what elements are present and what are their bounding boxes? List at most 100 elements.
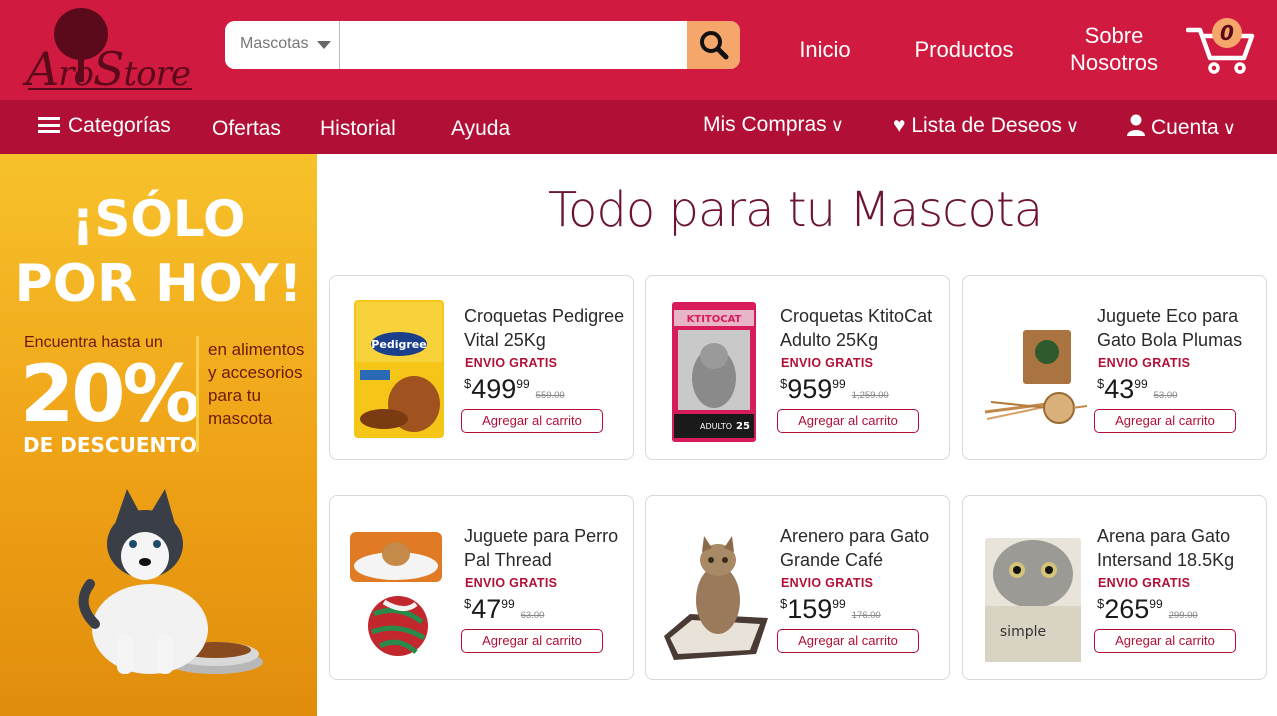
price-integer: 499	[471, 374, 517, 404]
product-image	[350, 532, 442, 656]
search-category-label: Mascotas	[240, 35, 309, 52]
product-name[interactable]: Arena para Gato Intersand 18.5Kg	[1097, 524, 1262, 572]
price-integer: 47	[471, 594, 502, 624]
promo-side-text: en alimentos y accesorios para tu mascot…	[208, 340, 305, 428]
price-integer: 265	[1104, 594, 1150, 624]
top-header: AroStore Mascotas Inicio Productos Sobre…	[0, 0, 1277, 100]
product-name[interactable]: Juguete para Perro Pal Thread	[464, 524, 629, 572]
promo-headline-2: POR HOY!	[14, 254, 303, 314]
old-price: 299.00	[1168, 610, 1198, 621]
svg-text:Pedigree: Pedigree	[371, 338, 426, 351]
product-name[interactable]: Arenero para Gato Grande Café	[780, 524, 945, 572]
cart-count-badge: 0	[1212, 18, 1242, 48]
promo-percent: 20%	[20, 350, 201, 440]
shipping-badge: ENVIO GRATIS	[1098, 576, 1191, 590]
price-integer: 959	[787, 374, 833, 404]
old-price: 53.00	[1153, 390, 1178, 401]
svg-text:simple: simple	[1000, 624, 1046, 640]
svg-text:KTITOCAT: KTITOCAT	[687, 314, 742, 325]
price-integer: 159	[787, 594, 833, 624]
product-card[interactable]: Pedigree Croquetas Pedigree Vital 25Kg E…	[329, 275, 634, 460]
product-card[interactable]: simple Arena para Gato Intersand 18.5Kg …	[962, 495, 1267, 680]
price-cents: 99	[832, 597, 846, 611]
promo-discount-label: DE DESCUENTO	[23, 433, 197, 457]
product-price: $439953.00	[1097, 374, 1177, 405]
chevron-down-icon: ∨	[1065, 116, 1080, 136]
product-card[interactable]: Juguete Eco para Gato Bola Plumas ENVIO …	[962, 275, 1267, 460]
add-to-cart-button[interactable]: Agregar al carrito	[777, 409, 919, 433]
husky-puppy-image	[78, 489, 263, 674]
product-image: simple	[985, 538, 1081, 662]
add-to-cart-button[interactable]: Agregar al carrito	[777, 629, 919, 653]
add-to-cart-button[interactable]: Agregar al carrito	[1094, 409, 1236, 433]
chevron-down-icon: ∨	[1222, 118, 1236, 138]
add-to-cart-button[interactable]: Agregar al carrito	[461, 629, 603, 653]
subnav-ayuda[interactable]: Ayuda	[451, 117, 510, 141]
chevron-down-icon: ∨	[830, 115, 844, 135]
old-price: 1,259.00	[851, 390, 889, 401]
product-price: $15999176.00	[780, 594, 881, 625]
nav-sobre-line1: Sobre	[1084, 23, 1144, 48]
page-title: Todo para tu Mascota	[547, 182, 1043, 238]
promo-divider	[196, 336, 199, 452]
nav-sobre-nosotros[interactable]: Sobre Nosotros	[1062, 22, 1166, 76]
price-cents: 99	[516, 377, 530, 391]
price-cents: 99	[1149, 597, 1163, 611]
secondary-nav: Categorías Ofertas Historial Ayuda Mis C…	[0, 100, 1277, 154]
svg-text:25: 25	[736, 421, 750, 432]
search-category-select[interactable]: Mascotas	[225, 21, 340, 69]
product-image: KTITOCAT ADULTO 25	[672, 302, 756, 442]
old-price: 559.00	[535, 390, 565, 401]
shipping-badge: ENVIO GRATIS	[781, 576, 874, 590]
old-price: 63.00	[520, 610, 545, 621]
nav-sobre-line2: Nosotros	[1069, 50, 1159, 75]
price-cents: 99	[1134, 377, 1148, 391]
subnav-lista-deseos[interactable]: ♥ Lista de Deseos ∨	[893, 114, 1079, 138]
cart-button[interactable]: 0	[1185, 18, 1258, 74]
add-to-cart-button[interactable]: Agregar al carrito	[461, 409, 603, 433]
old-price: 176.00	[851, 610, 881, 621]
shipping-badge: ENVIO GRATIS	[465, 356, 558, 370]
product-name[interactable]: Juguete Eco para Gato Bola Plumas	[1097, 304, 1262, 352]
hamburger-icon	[38, 117, 60, 133]
product-price: $479963.00	[464, 594, 544, 625]
price-cents: 99	[832, 377, 846, 391]
subnav-categorias-label: Categorías	[68, 114, 171, 137]
store-logo[interactable]: AroStore	[26, 8, 196, 96]
product-image	[984, 330, 1088, 424]
price-integer: 43	[1104, 374, 1135, 404]
product-card[interactable]: KTITOCAT ADULTO 25 Croquetas KtitoCat Ad…	[645, 275, 950, 460]
shipping-badge: ENVIO GRATIS	[465, 576, 558, 590]
add-to-cart-button[interactable]: Agregar al carrito	[1094, 629, 1236, 653]
product-image	[664, 536, 768, 660]
subnav-mis-compras[interactable]: Mis Compras ∨	[703, 113, 844, 137]
heart-icon: ♥	[893, 114, 906, 137]
subnav-ofertas[interactable]: Ofertas	[212, 117, 281, 141]
search-button[interactable]	[687, 21, 740, 69]
product-card[interactable]: Arenero para Gato Grande Café ENVIO GRAT…	[645, 495, 950, 680]
subnav-categorias[interactable]: Categorías	[38, 114, 171, 138]
shipping-badge: ENVIO GRATIS	[1098, 356, 1191, 370]
shipping-badge: ENVIO GRATIS	[781, 356, 874, 370]
subnav-lista-deseos-label: Lista de Deseos	[911, 114, 1062, 137]
svg-text:ADULTO: ADULTO	[700, 422, 732, 431]
chevron-down-icon	[317, 41, 331, 49]
subnav-historial[interactable]: Historial	[320, 117, 396, 141]
search-icon	[700, 31, 729, 60]
price-cents: 99	[501, 597, 515, 611]
user-icon	[1127, 114, 1145, 136]
product-name[interactable]: Croquetas Pedigree Vital 25Kg	[464, 304, 629, 352]
product-price: $26599299.00	[1097, 594, 1198, 625]
search-input[interactable]	[341, 21, 687, 69]
product-image: Pedigree	[354, 300, 444, 438]
product-card[interactable]: Juguete para Perro Pal Thread ENVIO GRAT…	[329, 495, 634, 680]
product-price: $49999559.00	[464, 374, 565, 405]
nav-inicio[interactable]: Inicio	[790, 36, 860, 63]
logo-underline	[28, 88, 192, 90]
product-name[interactable]: Croquetas KtitoCat Adulto 25Kg	[780, 304, 945, 352]
nav-productos[interactable]: Productos	[905, 36, 1023, 63]
subnav-cuenta-label: Cuenta	[1151, 116, 1219, 139]
promo-banner[interactable]: ¡SÓLO POR HOY! Encuentra hasta un 20% DE…	[0, 154, 317, 716]
subnav-mis-compras-label: Mis Compras	[703, 113, 827, 136]
subnav-cuenta[interactable]: Cuenta ∨	[1127, 114, 1236, 140]
